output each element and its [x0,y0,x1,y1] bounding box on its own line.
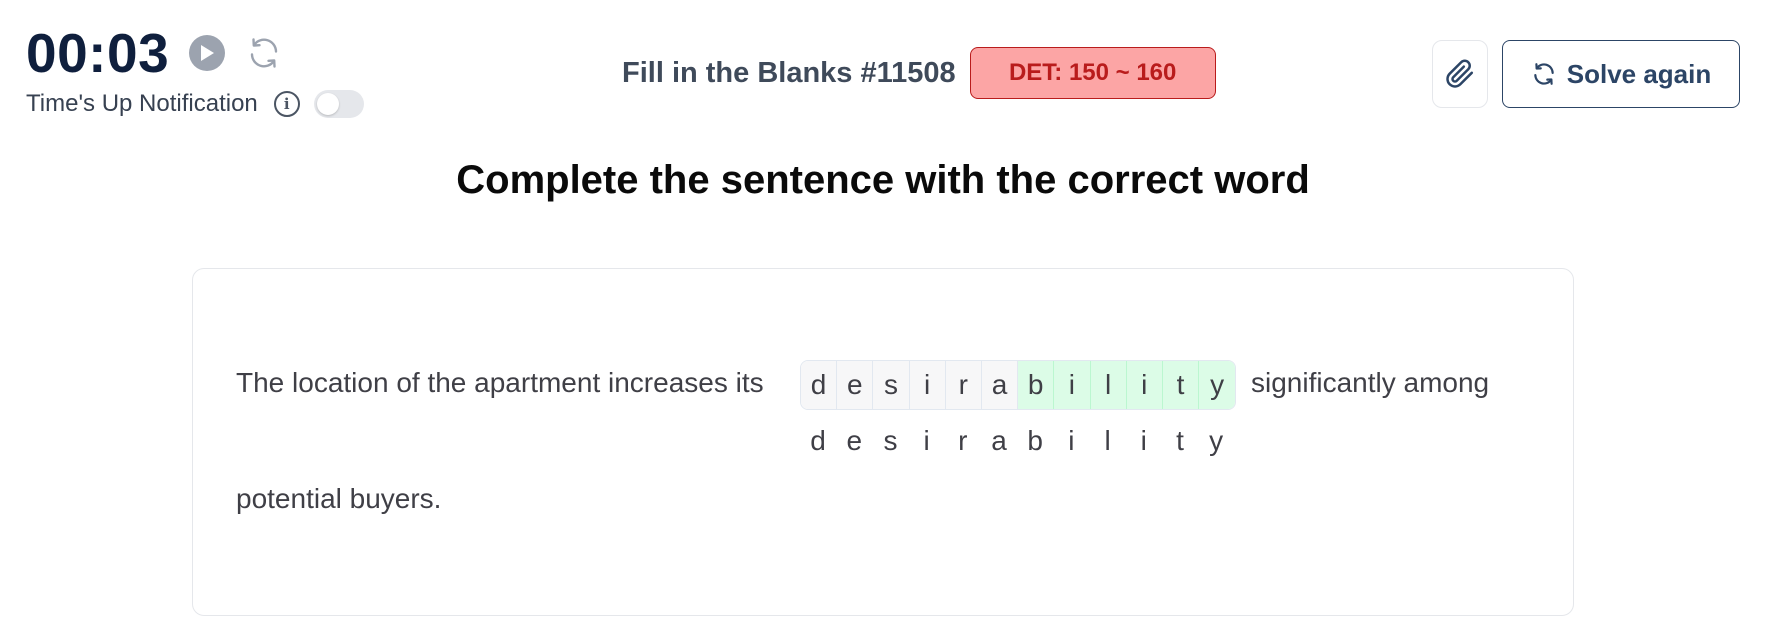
answer-letter: i [923,425,930,456]
answer-letter: i [1068,425,1075,456]
letter-cell[interactable]: s [873,361,910,409]
letter-cell[interactable]: a [981,361,1019,409]
sentence-before: The location of the apartment increases … [236,367,764,398]
answer-letter: b [1027,425,1043,456]
answer-letter: d [810,425,826,456]
refresh-icon [1534,63,1554,85]
notification-label: Time's Up Notification [26,90,258,117]
answer-letter: s [883,425,898,456]
reset-timer-button[interactable] [243,32,285,74]
answer-letter: a [991,425,1007,456]
answer-reveal: desirability [800,425,1234,457]
letter-cell[interactable]: e [837,361,874,409]
answer-letter: t [1176,425,1184,456]
question-title: Fill in the Blanks #11508 [622,56,956,89]
timer-display: 00:03 [26,22,170,84]
det-score-badge: DET: 150 ~ 160 [969,47,1216,99]
toggle-knob [316,93,339,115]
letter-cell[interactable]: t [1162,361,1200,409]
letter-cell[interactable]: d [801,361,838,409]
sentence-after: significantly among [1251,367,1490,398]
answer-letter: l [1104,425,1111,456]
letter-cell[interactable]: r [945,361,982,409]
question-header: Fill in the Blanks #11508 DET: 150 ~ 160 [622,47,1216,99]
answer-letter: i [1140,425,1147,456]
play-icon [201,45,215,61]
timer-panel: 00:03 Time's Up Notification i [26,22,364,118]
page-heading: Complete the sentence with the correct w… [456,158,1310,202]
info-icon[interactable]: i [273,91,300,117]
letter-cell[interactable]: b [1018,361,1055,409]
letter-cell[interactable]: i [1054,361,1091,409]
refresh-icon [250,38,278,68]
play-button[interactable] [189,35,226,71]
solve-again-button[interactable]: Solve again [1502,40,1740,108]
answer-letter: r [958,425,968,456]
answer-letter: y [1209,425,1224,456]
sentence-line2: potential buyers. [236,483,442,514]
letter-cell[interactable]: l [1090,361,1127,409]
attach-button[interactable] [1432,40,1488,108]
answer-letter: e [846,425,863,456]
notification-toggle[interactable] [313,90,364,118]
word-blank-input[interactable]: desirability [800,360,1237,410]
letter-cell[interactable]: y [1199,361,1236,409]
letter-cell[interactable]: i [909,361,946,409]
paperclip-icon [1446,59,1474,88]
letter-cell[interactable]: i [1126,361,1163,409]
question-card: The location of the apartment increases … [192,268,1574,616]
solve-again-label: Solve again [1566,58,1712,89]
